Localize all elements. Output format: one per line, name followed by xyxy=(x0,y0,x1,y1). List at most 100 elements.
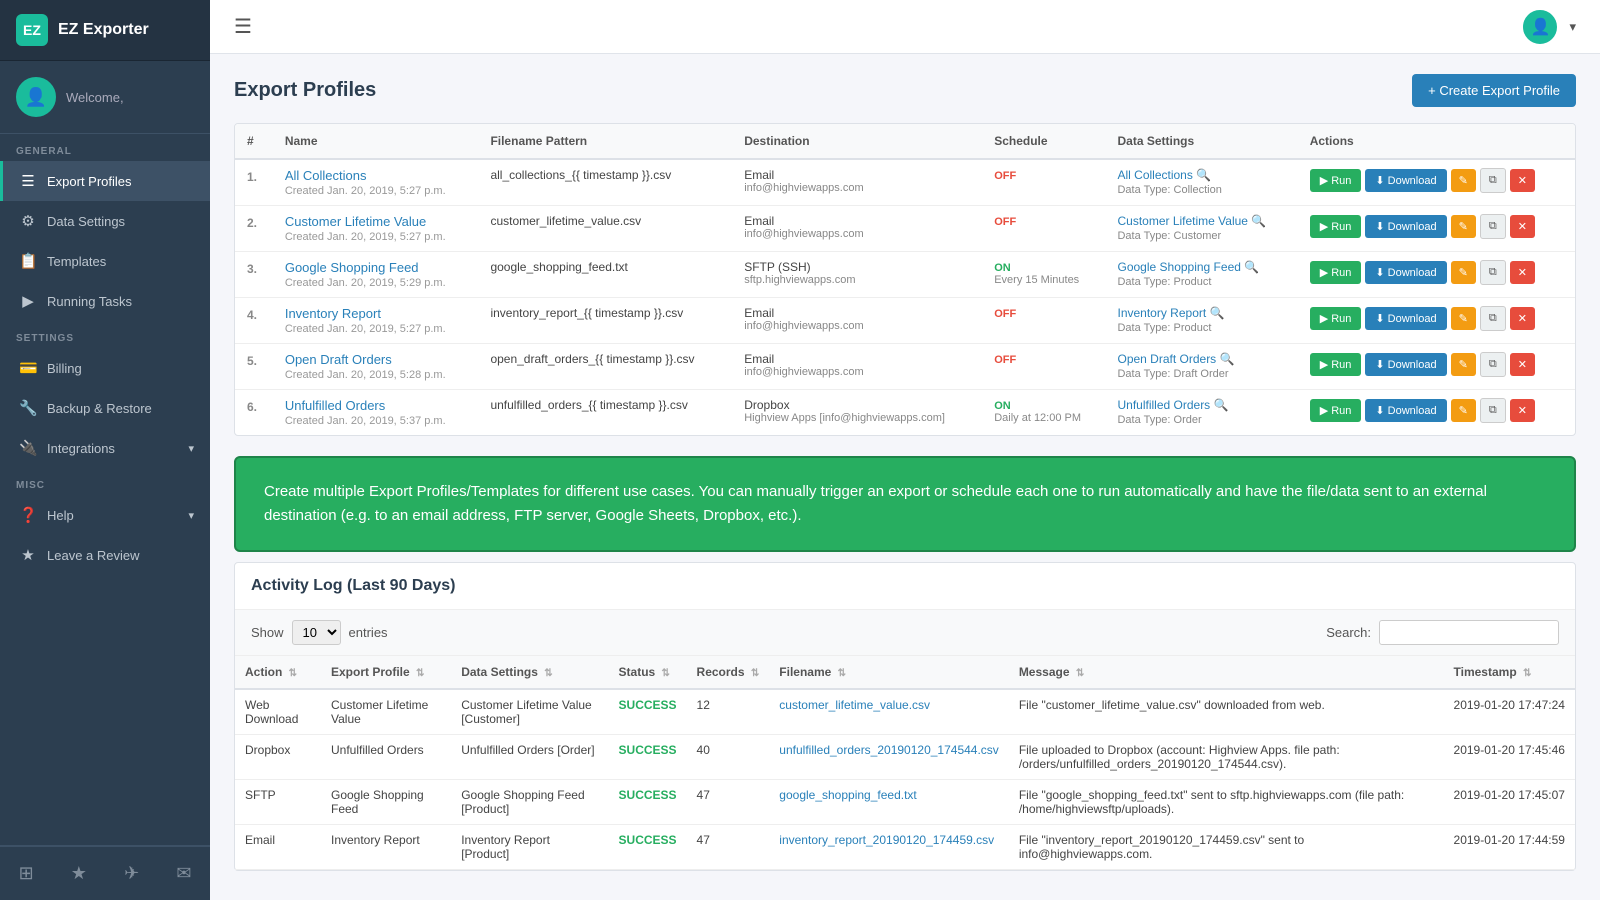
profile-name-link[interactable]: Google Shopping Feed xyxy=(285,260,419,275)
copy-button[interactable]: ⧉ xyxy=(1480,214,1506,239)
act-col-data-settings[interactable]: Data Settings ⇅ xyxy=(451,656,608,689)
hamburger-menu-button[interactable]: ☰ xyxy=(234,14,252,39)
activity-search-input[interactable] xyxy=(1379,620,1559,645)
app-logo-icon: EZ xyxy=(16,14,48,46)
sidebar-item-help[interactable]: ❓ Help ▾ xyxy=(0,495,210,535)
mail-icon[interactable]: ✉ xyxy=(168,859,199,888)
sidebar-item-label: Leave a Review xyxy=(47,548,140,563)
profile-name-link[interactable]: Inventory Report xyxy=(285,306,381,321)
search-label: Search: xyxy=(1326,625,1371,640)
filename-link[interactable]: inventory_report_20190120_174459.csv xyxy=(779,833,994,847)
data-settings-link[interactable]: Google Shopping Feed xyxy=(1117,260,1240,274)
profile-actions: ▶ Run ⬇ Download ✎ ⧉ ✕ xyxy=(1298,298,1575,344)
grid-icon[interactable]: ⊞ xyxy=(11,859,42,888)
act-timestamp: 2019-01-20 17:45:46 xyxy=(1444,735,1575,780)
act-col-message[interactable]: Message ⇅ xyxy=(1009,656,1444,689)
edit-button[interactable]: ✎ xyxy=(1451,215,1476,238)
edit-button[interactable]: ✎ xyxy=(1451,353,1476,376)
create-export-profile-button[interactable]: + Create Export Profile xyxy=(1412,74,1576,107)
profile-schedule: OFF xyxy=(982,298,1105,344)
act-col-status[interactable]: Status ⇅ xyxy=(609,656,687,689)
topbar-dropdown-icon[interactable]: ▾ xyxy=(1569,19,1576,35)
edit-button[interactable]: ✎ xyxy=(1451,169,1476,192)
entries-select[interactable]: 10 25 50 xyxy=(292,620,341,645)
run-button[interactable]: ▶ Run xyxy=(1310,307,1362,330)
profile-created: Created Jan. 20, 2019, 5:27 p.m. xyxy=(285,185,467,197)
profile-schedule: OFF xyxy=(982,206,1105,252)
sidebar-item-export-profiles[interactable]: ☰ Export Profiles xyxy=(0,161,210,201)
download-button[interactable]: ⬇ Download xyxy=(1365,215,1446,238)
copy-button[interactable]: ⧉ xyxy=(1480,306,1506,331)
data-settings-link[interactable]: Open Draft Orders xyxy=(1117,352,1216,366)
sidebar-item-templates[interactable]: 📋 Templates xyxy=(0,241,210,281)
act-col-action[interactable]: Action ⇅ xyxy=(235,656,321,689)
profile-name-link[interactable]: Customer Lifetime Value xyxy=(285,214,426,229)
delete-button[interactable]: ✕ xyxy=(1510,307,1535,330)
star-bottom-icon[interactable]: ★ xyxy=(63,859,95,888)
download-button[interactable]: ⬇ Download xyxy=(1365,399,1446,422)
act-timestamp: 2019-01-20 17:47:24 xyxy=(1444,689,1575,735)
act-timestamp: 2019-01-20 17:44:59 xyxy=(1444,825,1575,870)
topbar-user-avatar[interactable]: 👤 xyxy=(1523,10,1557,44)
show-group: Show 10 25 50 entries xyxy=(251,620,388,645)
edit-button[interactable]: ✎ xyxy=(1451,399,1476,422)
data-settings-link[interactable]: Inventory Report xyxy=(1117,306,1206,320)
sidebar-item-label: Export Profiles xyxy=(47,174,132,189)
filename-link[interactable]: customer_lifetime_value.csv xyxy=(779,698,930,712)
profile-actions: ▶ Run ⬇ Download ✎ ⧉ ✕ xyxy=(1298,159,1575,206)
data-settings-link[interactable]: Customer Lifetime Value xyxy=(1117,214,1248,228)
download-button[interactable]: ⬇ Download xyxy=(1365,353,1446,376)
download-button[interactable]: ⬇ Download xyxy=(1365,307,1446,330)
act-export-profile: Unfulfilled Orders xyxy=(321,735,451,780)
run-button[interactable]: ▶ Run xyxy=(1310,215,1362,238)
profile-filename: customer_lifetime_value.csv xyxy=(478,206,732,252)
filename-link[interactable]: google_shopping_feed.txt xyxy=(779,788,916,802)
col-filename: Filename Pattern xyxy=(478,124,732,159)
copy-button[interactable]: ⧉ xyxy=(1480,168,1506,193)
delete-button[interactable]: ✕ xyxy=(1510,353,1535,376)
act-col-records[interactable]: Records ⇅ xyxy=(687,656,770,689)
delete-button[interactable]: ✕ xyxy=(1510,169,1535,192)
copy-button[interactable]: ⧉ xyxy=(1480,398,1506,423)
run-button[interactable]: ▶ Run xyxy=(1310,353,1362,376)
sort-icon: ⇅ xyxy=(838,668,846,679)
plane-icon[interactable]: ✈ xyxy=(116,859,147,888)
sidebar-item-running-tasks[interactable]: ▶ Running Tasks xyxy=(0,281,210,321)
profile-data-settings: All Collections 🔍 Data Type: Collection xyxy=(1105,159,1297,206)
data-settings-link[interactable]: All Collections xyxy=(1117,168,1192,182)
profile-num: 5. xyxy=(235,344,273,390)
sidebar-item-backup-restore[interactable]: 🔧 Backup & Restore xyxy=(0,388,210,428)
run-button[interactable]: ▶ Run xyxy=(1310,169,1362,192)
filename-link[interactable]: unfulfilled_orders_20190120_174544.csv xyxy=(779,743,999,757)
run-button[interactable]: ▶ Run xyxy=(1310,399,1362,422)
profile-name-link[interactable]: Unfulfilled Orders xyxy=(285,398,385,413)
act-col-timestamp[interactable]: Timestamp ⇅ xyxy=(1444,656,1575,689)
delete-button[interactable]: ✕ xyxy=(1510,215,1535,238)
edit-button[interactable]: ✎ xyxy=(1451,261,1476,284)
delete-button[interactable]: ✕ xyxy=(1510,261,1535,284)
table-row: 1. All Collections Created Jan. 20, 2019… xyxy=(235,159,1575,206)
data-settings-link[interactable]: Unfulfilled Orders xyxy=(1117,398,1210,412)
delete-button[interactable]: ✕ xyxy=(1510,399,1535,422)
act-col-export-profile[interactable]: Export Profile ⇅ xyxy=(321,656,451,689)
col-data-settings: Data Settings xyxy=(1105,124,1297,159)
sidebar-item-leave-review[interactable]: ★ Leave a Review xyxy=(0,535,210,575)
profile-name: Unfulfilled Orders Created Jan. 20, 2019… xyxy=(273,390,479,436)
sort-icon: ⇅ xyxy=(662,668,670,679)
sidebar-item-data-settings[interactable]: ⚙ Data Settings xyxy=(0,201,210,241)
download-button[interactable]: ⬇ Download xyxy=(1365,169,1446,192)
download-button[interactable]: ⬇ Download xyxy=(1365,261,1446,284)
profile-name-link[interactable]: All Collections xyxy=(285,168,367,183)
profile-num: 4. xyxy=(235,298,273,344)
star-icon: ★ xyxy=(19,546,37,564)
sidebar-item-label: Templates xyxy=(47,254,106,269)
edit-button[interactable]: ✎ xyxy=(1451,307,1476,330)
profile-name-link[interactable]: Open Draft Orders xyxy=(285,352,392,367)
act-col-filename[interactable]: Filename ⇅ xyxy=(769,656,1009,689)
sidebar-item-integrations[interactable]: 🔌 Integrations ▾ xyxy=(0,428,210,468)
copy-button[interactable]: ⧉ xyxy=(1480,352,1506,377)
copy-button[interactable]: ⧉ xyxy=(1480,260,1506,285)
act-export-profile: Customer Lifetime Value xyxy=(321,689,451,735)
sidebar-item-billing[interactable]: 💳 Billing xyxy=(0,348,210,388)
run-button[interactable]: ▶ Run xyxy=(1310,261,1362,284)
